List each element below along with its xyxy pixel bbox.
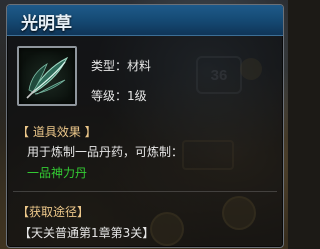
item-name: 光明草 [21, 14, 72, 34]
item-tooltip: 光明草 类型：材料 等级：1级 【 道具效果 】 用于炼制一品丹药，可炼制： 一… [6, 4, 284, 248]
effect-description: 用于炼制一品丹药，可炼制： [27, 145, 184, 159]
item-level-label: 等级： [91, 89, 128, 103]
source-heading: 【获取途径】 [17, 205, 90, 219]
item-level: 等级：1级 [91, 87, 147, 104]
source-route: 【天关普通第1章第3关】 [19, 226, 155, 240]
item-icon-slot [17, 46, 77, 106]
item-type: 类型：材料 [91, 57, 151, 74]
effect-heading: 【 道具效果 】 [17, 125, 97, 139]
item-level-value: 1级 [127, 89, 147, 103]
tooltip-title-bar: 光明草 [7, 5, 283, 36]
section-divider [13, 191, 277, 192]
item-type-label: 类型： [91, 59, 128, 73]
herb-leaf-icon [26, 56, 69, 99]
craftable-item: 一品神力丹 [27, 166, 88, 180]
item-type-value: 材料 [127, 59, 152, 73]
